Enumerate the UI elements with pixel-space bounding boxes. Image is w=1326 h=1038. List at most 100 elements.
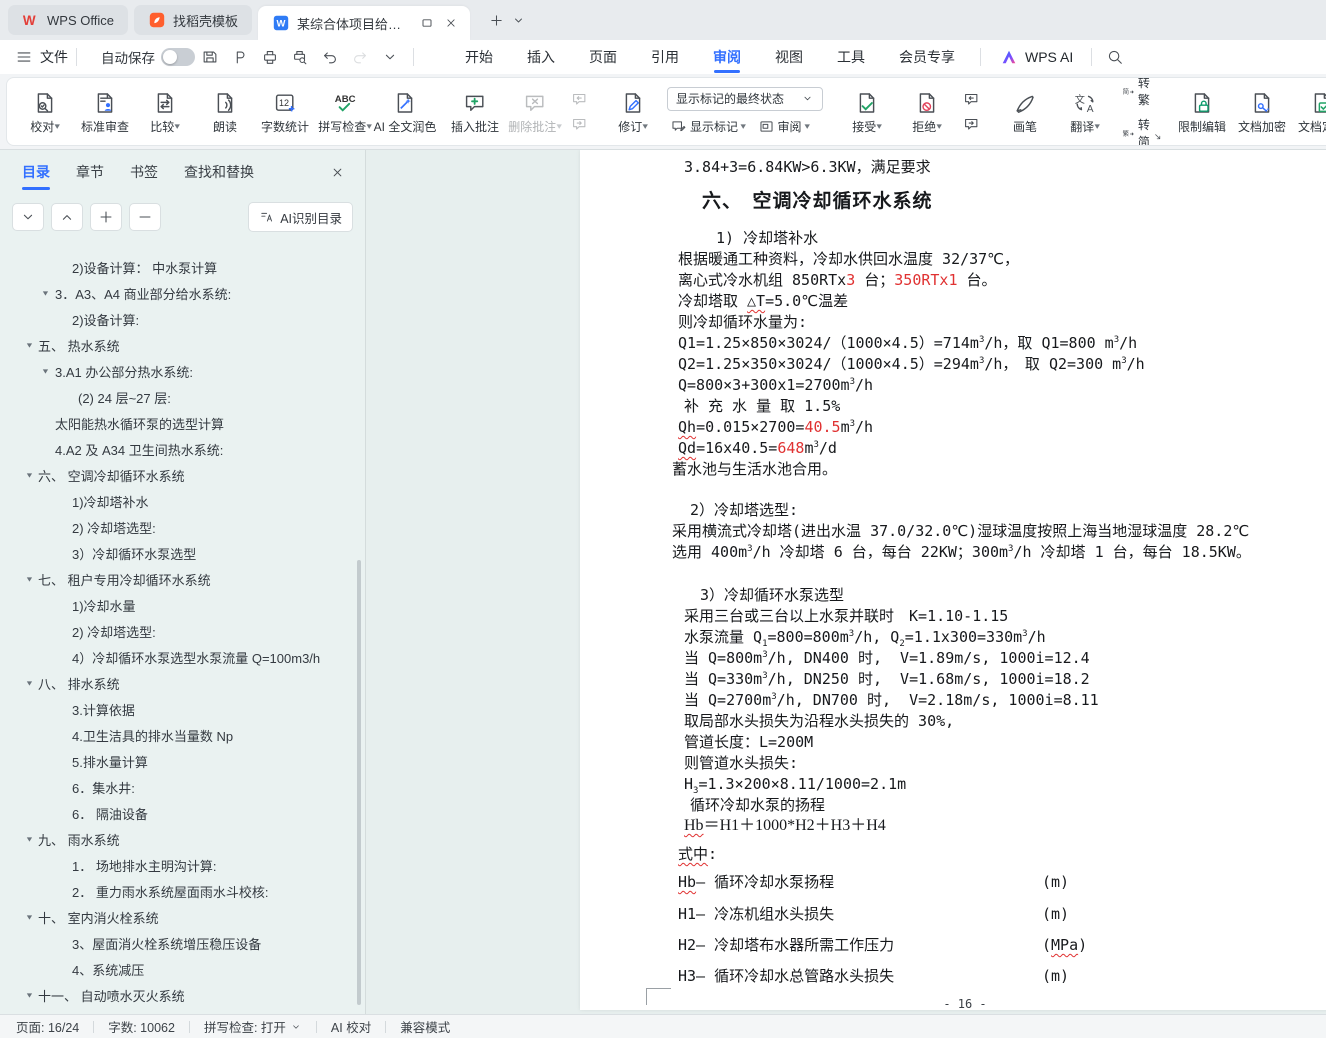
show-markup-button[interactable]: 显示标记▾: [667, 116, 749, 137]
outline-item[interactable]: 4）冷却循环水泵选型水泵流量 Q=100m3/h: [0, 644, 353, 670]
print-button[interactable]: [257, 45, 283, 69]
outline-item[interactable]: 4、系统减压: [0, 956, 353, 982]
outline-item[interactable]: ▼九、 雨水系统: [0, 826, 353, 852]
app-tab-2[interactable]: 找稻壳模板: [134, 5, 252, 35]
collapse-arrow-icon[interactable]: ▼: [25, 471, 34, 479]
save-button[interactable]: [197, 45, 223, 69]
ai-recognize-outline-button[interactable]: AI识别目录: [248, 202, 353, 232]
insert-comment-button[interactable]: 插入批注: [445, 78, 505, 145]
close-sidebar-icon[interactable]: [325, 160, 349, 184]
outline-item[interactable]: 太阳能热水循环泵的选型计算: [0, 410, 353, 436]
tab-list-chevron[interactable]: [508, 9, 530, 31]
more-commands-chevron[interactable]: [377, 45, 403, 69]
translate-button[interactable]: 文A翻译▾: [1055, 78, 1115, 145]
collapse-arrow-icon[interactable]: ▼: [25, 913, 34, 921]
collapse-arrow-icon[interactable]: ▼: [25, 679, 34, 687]
app-tab-1[interactable]: WWPS Office: [8, 5, 128, 35]
autosave-control[interactable]: 自动保存: [101, 47, 195, 67]
collapse-arrow-icon[interactable]: ▼: [25, 991, 34, 999]
outline-item[interactable]: 2)设备计算:: [0, 306, 353, 332]
sidebar-tab-3[interactable]: 书签: [130, 158, 158, 186]
collapse-arrow-icon[interactable]: ▼: [25, 575, 34, 583]
reject-button[interactable]: 拒绝▾: [897, 78, 957, 145]
next-change-button[interactable]: [959, 113, 983, 135]
undo-button[interactable]: [317, 45, 343, 69]
print-preview-button[interactable]: [287, 45, 313, 69]
spell-check-button[interactable]: ABC拼写检查▾: [315, 78, 375, 145]
previous-change-button[interactable]: [959, 88, 983, 110]
menu-tab-4[interactable]: 引用: [634, 40, 696, 74]
outline-item[interactable]: 3、屋面消火栓系统增压稳压设备: [0, 930, 353, 956]
outline-item[interactable]: 6．集水井:: [0, 774, 353, 800]
outline-item[interactable]: 2) 冷却塔选型:: [0, 618, 353, 644]
outline-item[interactable]: ▼五、 热水系统: [0, 332, 353, 358]
float-window-icon[interactable]: [416, 12, 438, 34]
compat-mode-indicator[interactable]: 兼容模式: [400, 1017, 450, 1036]
outline-collapse-button[interactable]: [129, 203, 161, 231]
sidebar-tab-4[interactable]: 查找和替换: [184, 158, 254, 186]
outline-item[interactable]: 2． 重力雨水系统屋面雨水斗校核:: [0, 878, 353, 904]
spellcheck-indicator[interactable]: 拼写检查: 打开: [204, 1017, 302, 1036]
proofread-button[interactable]: 校对▾: [15, 78, 75, 145]
menu-tab-1[interactable]: 开始: [448, 40, 510, 74]
outline-item[interactable]: 2)设备计算： 中水泵计算: [0, 254, 353, 280]
outline-item[interactable]: 2) 冷却塔选型:: [0, 514, 353, 540]
compare-button[interactable]: 比较▾: [135, 78, 195, 145]
new-tab-button[interactable]: [486, 9, 508, 31]
autosave-toggle[interactable]: [161, 48, 195, 66]
track-changes-button[interactable]: 修订▾: [603, 78, 663, 145]
ink-pen-button[interactable]: 画笔: [995, 78, 1055, 145]
outline-item[interactable]: ▼六、 空调冷却循环水系统: [0, 462, 353, 488]
outline-expand-button[interactable]: [90, 203, 122, 231]
outline-item[interactable]: ▼八、 排水系统: [0, 670, 353, 696]
menu-tab-6[interactable]: 视图: [758, 40, 820, 74]
outline-item[interactable]: 5.排水量计算: [0, 748, 353, 774]
outline-item[interactable]: (2) 24 层~27 层:: [0, 384, 353, 410]
menu-tab-3[interactable]: 页面: [572, 40, 634, 74]
menu-tab-7[interactable]: 工具: [820, 40, 882, 74]
markup-state-select[interactable]: 显示标记的最终状态: [667, 87, 823, 111]
wps-ai-button[interactable]: WPS AI: [989, 47, 1083, 67]
outline-item[interactable]: 4.A2 及 A34 卫生间热水系统:: [0, 436, 353, 462]
read-aloud-button[interactable]: 朗读: [195, 78, 255, 145]
menu-tab-2[interactable]: 插入: [510, 40, 572, 74]
to-traditional-button[interactable]: 简转繁: [1119, 77, 1158, 110]
sidebar-scrollbar[interactable]: [357, 560, 361, 1005]
outline-item[interactable]: 6． 隔油设备: [0, 800, 353, 826]
outline-item[interactable]: 3）冷却循环水泵选型: [0, 540, 353, 566]
file-menu[interactable]: 文件: [14, 47, 68, 67]
collapse-arrow-icon[interactable]: ▼: [25, 835, 34, 843]
output-pdf-button[interactable]: [227, 45, 253, 69]
outline-item[interactable]: ▼七、 租户专用冷却循环水系统: [0, 566, 353, 592]
sidebar-tab-1[interactable]: 目录: [22, 158, 50, 186]
finalize-document-button[interactable]: 文档定稿: [1292, 78, 1326, 145]
word-count-indicator[interactable]: 字数: 10062: [108, 1017, 175, 1036]
restrict-editing-button[interactable]: 限制编辑: [1172, 78, 1232, 145]
outline-item[interactable]: ▼十、 室内消火栓系统: [0, 904, 353, 930]
app-tab-3[interactable]: W某综合体项目给排水及消防设: [258, 6, 470, 40]
outline-next-button[interactable]: [12, 203, 44, 231]
outline-item[interactable]: ▼3.A1 办公部分热水系统:: [0, 358, 353, 384]
collapse-arrow-icon[interactable]: ▼: [41, 289, 50, 297]
review-pane-button[interactable]: 审阅▾: [755, 116, 813, 137]
collapse-arrow-icon[interactable]: ▼: [41, 367, 50, 375]
outline-item[interactable]: 1)冷却水量: [0, 592, 353, 618]
document-page[interactable]: 3.84+3=6.84KW>6.3KW，满足要求六、 空调冷却循环水系统1) 冷…: [580, 150, 1326, 1010]
accept-button[interactable]: 接受▾: [837, 78, 897, 145]
sidebar-tab-2[interactable]: 章节: [76, 158, 104, 186]
search-button[interactable]: [1102, 45, 1128, 69]
encrypt-document-button[interactable]: 文档加密: [1232, 78, 1292, 145]
outline-item[interactable]: ▼十一、 自动喷水灭火系统: [0, 982, 353, 1008]
menu-tab-5[interactable]: 审阅: [696, 40, 758, 74]
menu-tab-8[interactable]: 会员专享: [882, 40, 972, 74]
ai-proofread-indicator[interactable]: AI 校对: [331, 1017, 371, 1036]
outline-item[interactable]: 3.计算依据: [0, 696, 353, 722]
standard-review-button[interactable]: 标准审查: [75, 78, 135, 145]
outline-item[interactable]: ▼3．A3、A4 商业部分给水系统:: [0, 280, 353, 306]
group-expand-icon[interactable]: [1152, 131, 1164, 143]
collapse-arrow-icon[interactable]: ▼: [25, 341, 34, 349]
outline-prev-button[interactable]: [51, 203, 83, 231]
outline-item[interactable]: 4.卫生洁具的排水当量数 Np: [0, 722, 353, 748]
ai-polish-button[interactable]: AI 全文润色: [375, 78, 435, 145]
word-count-button[interactable]: 12字数统计: [255, 78, 315, 145]
